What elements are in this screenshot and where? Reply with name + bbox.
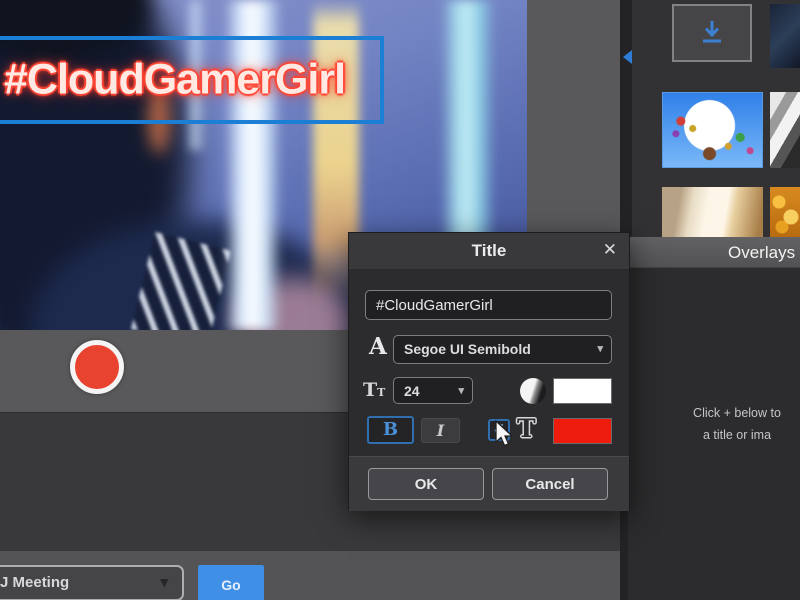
download-icon [703, 21, 721, 43]
title-overlay-selection[interactable]: #CloudGamerGirl [0, 36, 384, 124]
font-icon: A [369, 333, 387, 360]
meeting-dropdown[interactable]: J Meeting ▾ [0, 565, 184, 600]
record-button[interactable] [70, 340, 124, 394]
title-text-input[interactable] [365, 290, 612, 320]
font-family-dropdown[interactable]: Segoe UI Semibold ▾ [393, 335, 612, 364]
overlays-list-empty: Click + below to a title or ima [628, 268, 800, 600]
thumbnail-dark-scene[interactable] [770, 4, 800, 68]
outline-style-icon: T [517, 414, 536, 443]
overlays-header[interactable]: Overlays [628, 237, 800, 268]
collapse-panel-icon[interactable] [623, 50, 632, 64]
ok-button[interactable]: OK [368, 468, 484, 500]
chevron-down-icon: ▾ [160, 574, 168, 591]
cancel-button[interactable]: Cancel [492, 468, 608, 500]
download-overlay-button[interactable] [672, 4, 752, 62]
dialog-title: Title [471, 241, 507, 260]
chevron-down-icon: ▾ [458, 385, 464, 397]
font-size-dropdown[interactable]: 24 ▾ [393, 377, 473, 404]
title-overlay-text[interactable]: #CloudGamerGirl [4, 56, 346, 105]
italic-button[interactable]: I [421, 418, 460, 443]
overlays-header-label: Overlays [728, 243, 796, 262]
thumbnail-balloons[interactable] [662, 92, 763, 168]
opacity-icon [520, 378, 546, 404]
mouse-cursor [495, 420, 514, 447]
meeting-dropdown-label: J Meeting [0, 574, 70, 591]
font-size-value: 24 [404, 383, 420, 399]
app-window: #CloudGamerGirl J Meeting ▾ Go Overlays … [0, 0, 800, 600]
text-color-swatch[interactable] [553, 378, 612, 404]
thumbnail-flowers[interactable] [770, 187, 800, 237]
dialog-titlebar[interactable]: Title ✕ [349, 233, 629, 270]
title-dialog: Title ✕ A Segoe UI Semibold ▾ TT 24 ▾ B … [348, 232, 630, 511]
overlays-panel: Overlays Click + below to a title or ima [620, 0, 800, 600]
thumbnail-interior[interactable] [662, 187, 763, 237]
dialog-footer: OK Cancel [349, 456, 629, 511]
go-button[interactable]: Go [198, 565, 264, 600]
font-size-icon: TT [363, 379, 386, 401]
bold-button[interactable]: B [367, 416, 414, 444]
font-family-value: Segoe UI Semibold [404, 341, 531, 357]
bottom-bar: J Meeting ▾ Go [0, 550, 620, 600]
chevron-down-icon: ▾ [597, 343, 603, 355]
outline-color-swatch[interactable] [553, 418, 612, 444]
overlays-hint-text: Click + below to a title or ima [693, 406, 781, 442]
thumbnail-blackwhite[interactable] [770, 92, 800, 168]
close-icon[interactable]: ✕ [603, 240, 617, 260]
